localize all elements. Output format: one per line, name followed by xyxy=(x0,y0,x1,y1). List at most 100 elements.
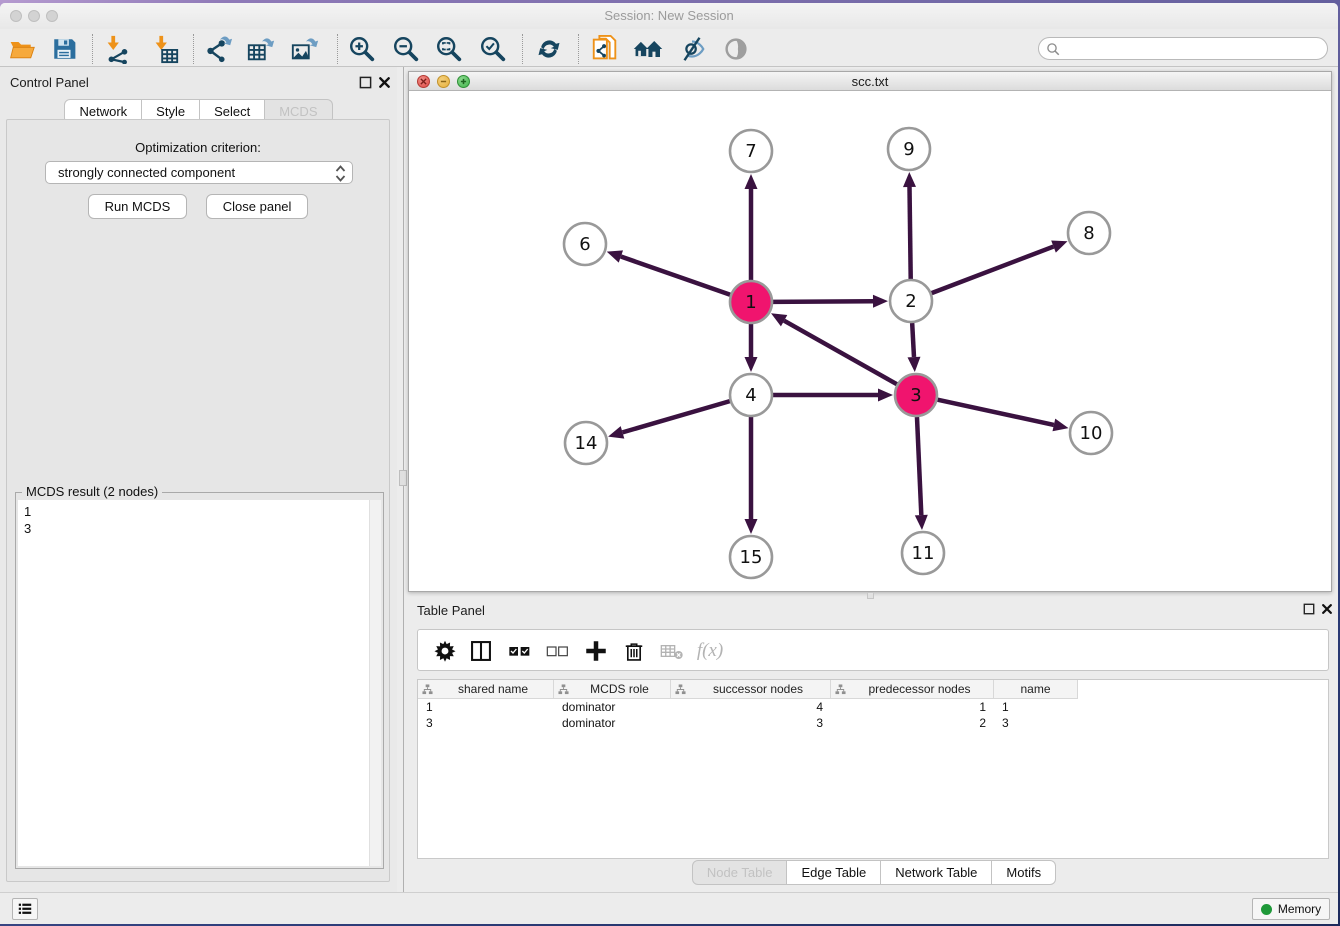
table-tab-motifs[interactable]: Motifs xyxy=(992,860,1056,885)
close-panel-icon[interactable] xyxy=(378,76,391,89)
zoom-out-icon[interactable] xyxy=(390,33,422,65)
export-image-icon[interactable] xyxy=(289,33,321,65)
table-panel-title: Table Panel xyxy=(417,603,485,618)
table-tab-edge-table[interactable]: Edge Table xyxy=(787,860,881,885)
column-header-name[interactable]: name xyxy=(994,680,1078,699)
graph-node-label: 14 xyxy=(575,433,598,454)
table-cell: 1 xyxy=(831,699,994,715)
float-table-panel-icon[interactable] xyxy=(1303,602,1316,615)
arrowhead-icon xyxy=(1051,240,1067,252)
graph-edge-2-3[interactable] xyxy=(912,323,914,357)
column-header-shared-name[interactable]: shared name xyxy=(418,680,554,699)
mcds-result-title: MCDS result (2 nodes) xyxy=(22,484,162,499)
graph-node-label: 4 xyxy=(745,385,756,406)
graph-node-label: 10 xyxy=(1080,423,1103,444)
toolbar-separator xyxy=(337,34,338,64)
application-window: Session: New Session xyxy=(0,3,1338,924)
arrowhead-icon xyxy=(907,357,920,372)
arrowhead-icon xyxy=(745,174,758,189)
window-title: Session: New Session xyxy=(0,8,1338,23)
hierarchy-icon xyxy=(835,684,846,695)
optimization-criterion-select[interactable]: strongly connected component xyxy=(45,161,353,184)
column-header-MCDS-role[interactable]: MCDS role xyxy=(554,680,671,699)
export-network-icon[interactable] xyxy=(202,33,234,65)
table-row[interactable]: 3dominator323 xyxy=(418,715,1328,731)
export-table-icon[interactable] xyxy=(245,33,277,65)
graph-node-label: 6 xyxy=(579,234,590,255)
table-cell: dominator xyxy=(554,699,671,715)
zoom-fit-icon[interactable] xyxy=(433,33,465,65)
graph-edge-2-8[interactable] xyxy=(932,247,1054,294)
delete-column-icon[interactable] xyxy=(618,635,650,667)
import-table-icon[interactable] xyxy=(149,33,181,65)
first-neighbors-icon[interactable] xyxy=(632,33,664,65)
save-session-icon[interactable] xyxy=(48,33,80,65)
table-panel: Table Panel xyxy=(408,599,1338,895)
task-history-button[interactable] xyxy=(12,898,38,920)
column-header-label: name xyxy=(994,682,1077,696)
float-panel-icon[interactable] xyxy=(359,76,372,89)
open-session-icon[interactable] xyxy=(6,33,38,65)
graph-edge-3-10[interactable] xyxy=(937,400,1053,425)
arrowhead-icon xyxy=(745,519,758,534)
graph-edge-4-14[interactable] xyxy=(622,401,729,432)
function-builder-icon: f(x) xyxy=(694,635,726,667)
memory-button[interactable]: Memory xyxy=(1252,898,1330,920)
dropdown-selected-value: strongly connected component xyxy=(58,165,235,180)
table-cell: 3 xyxy=(671,715,831,731)
table-cell: 1 xyxy=(418,699,554,715)
close-table-panel-icon[interactable] xyxy=(1321,602,1334,615)
toolbar-separator xyxy=(578,34,579,64)
graph-node-label: 1 xyxy=(745,292,756,313)
network-resize-grip[interactable] xyxy=(867,592,874,599)
table-body: 1dominator4113dominator323 xyxy=(418,699,1328,731)
deselect-all-columns-icon[interactable] xyxy=(542,635,574,667)
show-birdseye-icon[interactable] xyxy=(720,33,752,65)
close-panel-button[interactable]: Close panel xyxy=(206,194,309,219)
graph-edge-2-9[interactable] xyxy=(910,187,911,279)
network-graph[interactable]: 7968124314101511 xyxy=(409,91,1331,591)
column-header-predecessor-nodes[interactable]: predecessor nodes xyxy=(831,680,994,699)
table-tab-network-table[interactable]: Network Table xyxy=(881,860,992,885)
table-settings-icon[interactable] xyxy=(429,635,461,667)
delete-table-icon xyxy=(656,635,688,667)
graph-edge-1-6[interactable] xyxy=(621,257,730,295)
search-box xyxy=(1038,37,1328,60)
graph-edge-1-2[interactable] xyxy=(773,301,873,302)
zoom-in-icon[interactable] xyxy=(346,33,378,65)
hierarchy-icon xyxy=(422,684,433,695)
column-visibility-icon[interactable] xyxy=(465,635,497,667)
arrowhead-icon xyxy=(903,172,916,187)
status-bar: Memory xyxy=(0,892,1338,924)
optimization-criterion-label: Optimization criterion: xyxy=(7,140,389,155)
table-row[interactable]: 1dominator411 xyxy=(418,699,1328,715)
select-all-columns-icon[interactable] xyxy=(504,635,536,667)
network-view-window: scc.txt 7968124314101511 xyxy=(408,71,1332,592)
zoom-selected-icon[interactable] xyxy=(477,33,509,65)
table-tab-node-table[interactable]: Node Table xyxy=(692,860,788,885)
table-tabs: Node TableEdge TableNetwork TableMotifs xyxy=(692,860,1056,885)
table-toolbar: f(x) xyxy=(417,629,1329,671)
run-mcds-button[interactable]: Run MCDS xyxy=(88,194,188,219)
toolbar-separator xyxy=(193,34,194,64)
import-network-icon[interactable] xyxy=(101,33,133,65)
add-column-icon[interactable] xyxy=(580,635,612,667)
panel-divider-grip[interactable] xyxy=(399,470,407,486)
memory-label: Memory xyxy=(1278,902,1321,916)
toolbar-separator xyxy=(92,34,93,64)
refresh-layout-icon[interactable] xyxy=(533,33,565,65)
column-header-successor-nodes[interactable]: successor nodes xyxy=(671,680,831,699)
hierarchy-icon xyxy=(558,684,569,695)
search-icon xyxy=(1046,42,1061,57)
mcds-result-text[interactable]: 1 3 xyxy=(18,500,381,866)
search-input[interactable] xyxy=(1065,39,1320,58)
duplicate-network-icon[interactable] xyxy=(589,33,621,65)
graph-edge-3-11[interactable] xyxy=(917,417,921,515)
toggle-graphics-details-icon[interactable] xyxy=(676,33,708,65)
arrowhead-icon xyxy=(1052,419,1068,432)
table-cell: 3 xyxy=(418,715,554,731)
result-scrollbar[interactable] xyxy=(369,500,381,866)
arrowhead-icon xyxy=(745,357,758,372)
graph-edge-3-1[interactable] xyxy=(784,321,897,385)
column-header-label: shared name xyxy=(433,682,553,696)
